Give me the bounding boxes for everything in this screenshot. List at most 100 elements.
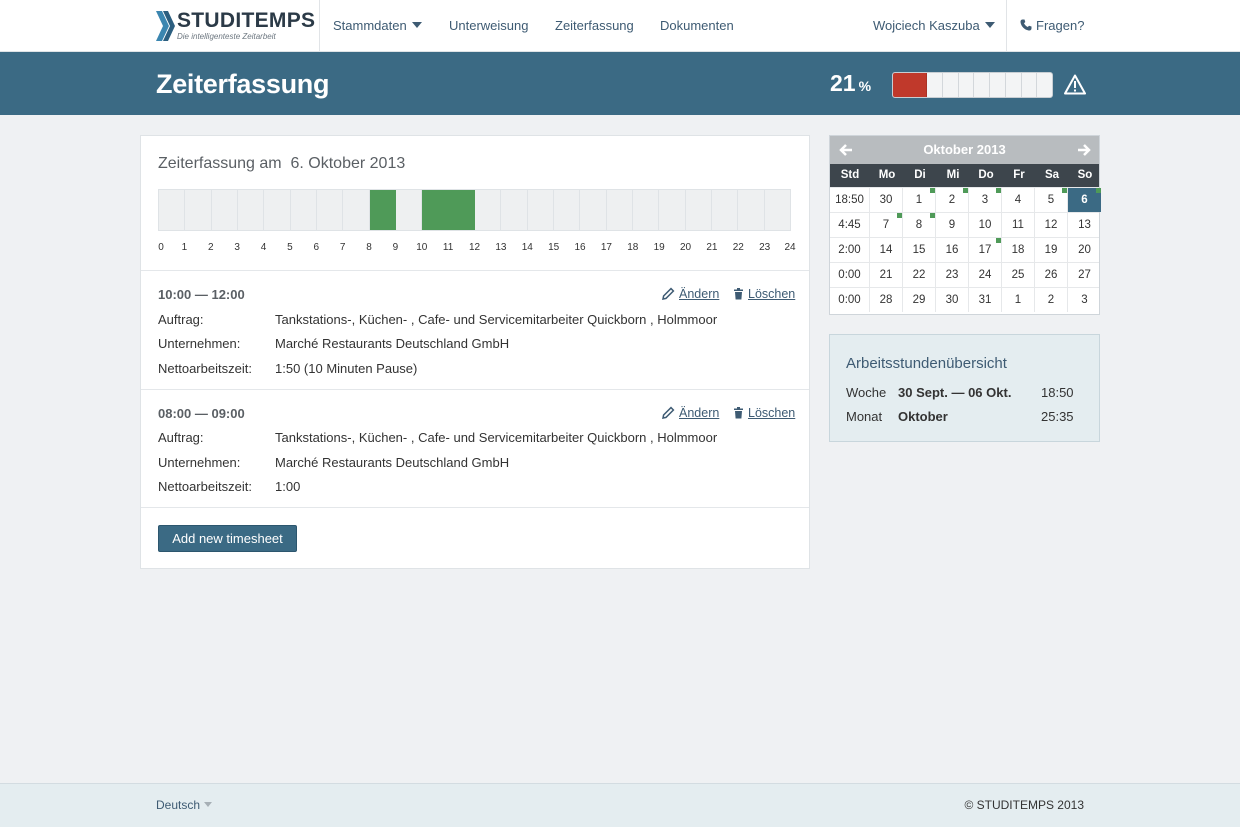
summary-week-label: Woche (846, 385, 887, 400)
delete-entry-link[interactable]: Löschen (733, 406, 795, 420)
nav-zeiterfassung[interactable]: Zeiterfassung (555, 18, 634, 33)
user-name: Wojciech Kaszuba (873, 18, 980, 33)
timeline-hour-worked (422, 190, 449, 230)
delete-entry-link[interactable]: Löschen (733, 287, 795, 301)
summary-week-hours: 18:50 (1041, 385, 1074, 400)
calendar-day[interactable]: 29 (903, 288, 936, 312)
timeline-hour (159, 190, 186, 230)
timeline-hour (211, 190, 238, 230)
calendar-day[interactable]: 2 (936, 188, 969, 212)
nav-stammdaten[interactable]: Stammdaten (333, 18, 422, 33)
calendar-day[interactable]: 20 (1068, 238, 1101, 262)
calendar-week-row: 2:00 14 15 16 17 18 19 20 (830, 237, 1099, 262)
calendar-day[interactable]: 24 (969, 263, 1002, 287)
nav-dokumenten[interactable]: Dokumenten (660, 18, 734, 33)
hour-tick-label: 18 (627, 242, 639, 253)
calendar-day[interactable]: 1 (903, 188, 936, 212)
chevron-down-icon (204, 802, 213, 807)
timeline-hour-worked (448, 190, 475, 230)
calendar-day[interactable]: 30 (870, 188, 903, 212)
calendar-day[interactable]: 10 (969, 213, 1002, 237)
summary-month-hours: 25:35 (1041, 409, 1074, 424)
calendar-day[interactable]: 3 (1068, 288, 1101, 312)
hour-tick-label: 24 (784, 242, 796, 253)
month-calendar: Oktober 2013 Std Mo Di Mi Do Fr Sa So 18:50 30 1 2… (829, 135, 1101, 315)
calendar-day[interactable]: 15 (903, 238, 936, 262)
calendar-day[interactable]: 19 (1035, 238, 1068, 262)
timeline-hour (632, 190, 660, 230)
calendar-day[interactable]: 25 (1002, 263, 1035, 287)
timeline-hour (685, 190, 712, 230)
calendar-day[interactable]: 23 (936, 263, 969, 287)
hour-tick-label: 20 (679, 242, 692, 253)
calendar-day[interactable]: 28 (870, 288, 903, 312)
summary-month-label: Monat (846, 409, 883, 424)
trash-icon (734, 407, 743, 419)
studitemps-logo[interactable]: STUDITEMPS Die intelligenteste Zeitarbei… (156, 9, 315, 43)
edit-entry-link[interactable]: Ändern (662, 406, 719, 420)
copyright: © STUDITEMPS 2013 (964, 798, 1084, 812)
calendar-day[interactable]: 1 (1002, 288, 1035, 312)
hour-tick-label: 12 (468, 242, 481, 253)
calendar-day[interactable]: 22 (903, 263, 936, 287)
completion-percent: 21% (830, 70, 871, 97)
hour-tick-label: 22 (732, 242, 744, 253)
hour-tick-label: 16 (574, 242, 586, 253)
hour-tick-label: 3 (234, 242, 240, 253)
calendar-day[interactable]: 30 (936, 288, 969, 312)
calendar-day[interactable]: 5 (1035, 188, 1068, 212)
calendar-day[interactable]: 27 (1068, 263, 1101, 287)
entry-value-nettoarbeitszeit: 1:00 (275, 479, 301, 494)
hour-tick-label: 1 (181, 242, 188, 253)
calendar-week-row: 18:50 30 1 2 3 4 5 6 (830, 187, 1101, 212)
hour-tick-label: 4 (260, 242, 267, 253)
calendar-weekday: Sa (1044, 169, 1060, 181)
calendar-day[interactable]: 17 (969, 238, 1002, 262)
timeline-hour (501, 190, 528, 230)
calendar-day[interactable]: 7 (870, 213, 903, 237)
calendar-day[interactable]: 16 (936, 238, 969, 262)
calendar-day[interactable]: 4 (1002, 188, 1035, 212)
timeline-hour (237, 190, 265, 230)
divider (141, 389, 809, 390)
language-selector[interactable]: Deutsch (156, 798, 213, 812)
calendar-day[interactable]: 3 (969, 188, 1002, 212)
timeline-hour (527, 190, 554, 230)
calendar-day[interactable]: 13 (1068, 213, 1101, 237)
entry-value-auftrag: Tankstations-, Küchen- , Cafe- und Servi… (275, 312, 718, 327)
calendar-std-header: Std (840, 169, 860, 181)
edit-entry-link[interactable]: Ändern (662, 287, 719, 301)
calendar-week-hours: 4:45 (830, 213, 870, 237)
warning-icon[interactable] (1064, 74, 1086, 95)
calendar-day[interactable]: 8 (903, 213, 936, 237)
calendar-day[interactable]: 9 (936, 213, 969, 237)
calendar-day[interactable]: 14 (870, 238, 903, 262)
calendar-day[interactable]: 31 (969, 288, 1002, 312)
calendar-day[interactable]: 18 (1002, 238, 1035, 262)
user-menu[interactable]: Wojciech Kaszuba (873, 18, 995, 33)
entry-value-nettoarbeitszeit: 1:50 (10 Minuten Pause) (275, 361, 418, 376)
timesheet-entry: 10:00 — 12:00 Ändern Löschen Auftrag: Ta… (158, 287, 798, 387)
calendar-day[interactable]: 12 (1035, 213, 1068, 237)
add-timesheet-button[interactable]: Add new timesheet (158, 525, 297, 552)
calendar-day[interactable]: 26 (1035, 263, 1068, 287)
entry-label-auftrag: Auftrag: (158, 430, 204, 445)
calendar-day[interactable]: 21 (870, 263, 903, 287)
timeline-hour (580, 190, 607, 230)
timeline-hour (343, 190, 370, 230)
calendar-day[interactable]: 11 (1002, 213, 1035, 237)
calendar-day-selected[interactable]: 6 (1068, 188, 1101, 212)
edit-label: Ändern (679, 406, 720, 420)
nav-unterweisung[interactable]: Unterweisung (449, 18, 529, 33)
entry-time: 10:00 — 12:00 (158, 287, 245, 302)
entry-value-unternehmen: Marché Restaurants Deutschland GmbH (275, 455, 510, 470)
help-link[interactable]: Fragen? (1020, 18, 1084, 33)
calendar-week-hours: 2:00 (830, 238, 870, 262)
calendar-week-hours: 0:00 (830, 263, 870, 287)
calendar-header: Oktober 2013 (830, 136, 1099, 164)
calendar-day[interactable]: 2 (1035, 288, 1068, 312)
arrow-right-icon[interactable] (1076, 142, 1092, 158)
hour-tick-label: 5 (287, 242, 293, 253)
day-timeline (158, 189, 791, 231)
pencil-icon (662, 287, 675, 300)
